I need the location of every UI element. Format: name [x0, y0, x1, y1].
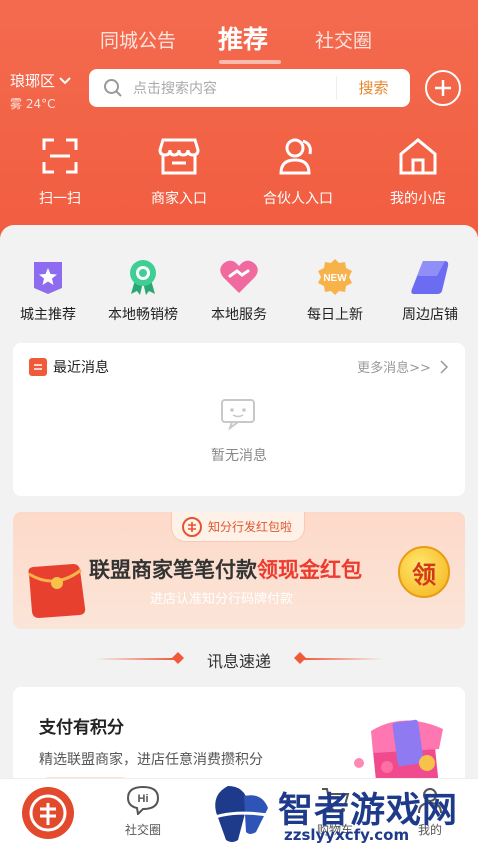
- weather-text: 雾 24°C: [10, 97, 56, 111]
- chevron-right-icon: [440, 360, 449, 374]
- svg-text:Hi: Hi: [138, 793, 149, 805]
- banner-headline-prefix: 联盟商家笔笔付款: [89, 558, 257, 582]
- category-nearby-shops[interactable]: 周边店铺: [384, 258, 476, 324]
- watermark-logo-icon: [203, 786, 275, 842]
- recent-messages-title: 最近消息: [53, 360, 109, 376]
- quick-store-label: 商家入口: [151, 191, 207, 207]
- tabbar-home[interactable]: [8, 785, 88, 841]
- site-watermark: 智者游戏网 zzslyyxcfy.com: [198, 780, 478, 850]
- tabbar-social-label: 社交圈: [124, 823, 161, 837]
- top-tabs: 同城公告 推荐 社交圈: [0, 18, 478, 64]
- home-icon: [399, 138, 437, 175]
- category-daily-new[interactable]: NEW 每日上新: [289, 258, 381, 324]
- award-icon: [130, 260, 156, 295]
- banner-chip-text: 知分行发红包啦: [208, 520, 293, 534]
- category-label: 本地服务: [211, 307, 267, 323]
- category-local-service[interactable]: 本地服务: [193, 258, 285, 324]
- header: 同城公告 推荐 社交圈 琅琊区 雾 24°C 点击搜索内容 搜索 扫一扫 商家入…: [0, 0, 478, 250]
- search-input[interactable]: 点击搜索内容: [133, 78, 336, 98]
- quick-my-shop-label: 我的小店: [390, 191, 446, 207]
- section-title: 讯息速递: [206, 652, 271, 671]
- tab-city-notice[interactable]: 同城公告: [100, 26, 176, 53]
- tag-icon: [411, 261, 449, 294]
- points-card-desc: 精选联盟商家，进店任意消费攒积分: [39, 752, 263, 768]
- quick-partner-label: 合伙人入口: [263, 191, 333, 207]
- store-icon: [158, 138, 200, 175]
- red-packet-banner[interactable]: 知分行发红包啦 联盟商家笔笔付款领现金红包 进店认准知分行码牌付款 领: [13, 512, 465, 629]
- banner-subtitle: 进店认准知分行码牌付款: [150, 592, 294, 607]
- plus-icon: [435, 80, 451, 96]
- home-logo-icon: [22, 787, 74, 839]
- chat-hi-icon: Hi: [126, 785, 160, 815]
- divider-right: [303, 658, 383, 660]
- claim-coin-button[interactable]: 领: [398, 546, 450, 598]
- banner-chip: 知分行发红包啦: [171, 512, 306, 542]
- scan-icon: [42, 138, 78, 174]
- category-label: 本地畅销榜: [108, 307, 178, 323]
- star-badge-icon: [34, 262, 62, 294]
- claim-coin-text: 领: [412, 560, 436, 589]
- points-card-title: 支付有积分: [39, 718, 124, 738]
- quick-my-shop[interactable]: 我的小店: [363, 136, 473, 208]
- empty-message-icon: [221, 399, 255, 430]
- watermark-url: zzslyyxcfy.com: [284, 826, 410, 844]
- quick-scan[interactable]: 扫一扫: [5, 136, 115, 208]
- new-badge-icon: NEW: [318, 259, 352, 295]
- red-envelope-icon: [28, 564, 86, 618]
- category-label: 城主推荐: [20, 307, 76, 323]
- search-bar[interactable]: 点击搜索内容 搜索: [89, 69, 410, 107]
- quick-scan-label: 扫一扫: [39, 191, 81, 207]
- more-messages-link[interactable]: 更多消息>>: [357, 357, 449, 376]
- tab-social[interactable]: 社交圈: [315, 26, 372, 53]
- bank-logo-icon: [182, 517, 202, 537]
- tabbar-social[interactable]: Hi 社交圈: [103, 785, 183, 838]
- active-tab-indicator: [219, 60, 281, 64]
- message-list-icon: [29, 358, 47, 376]
- chevron-down-icon: [59, 76, 71, 84]
- banner-headline-highlight: 领现金红包: [257, 558, 362, 582]
- location-selector[interactable]: 琅琊区 雾 24°C: [10, 70, 72, 112]
- location-name: 琅琊区: [10, 72, 56, 90]
- more-messages-label: 更多消息>>: [357, 361, 431, 376]
- heart-handshake-icon: [220, 260, 258, 293]
- category-city-pick[interactable]: 城主推荐: [2, 258, 94, 324]
- search-icon: [104, 79, 122, 97]
- category-label: 每日上新: [307, 307, 363, 323]
- new-badge-text: NEW: [323, 273, 347, 284]
- banner-headline: 联盟商家笔笔付款领现金红包: [89, 554, 362, 584]
- recent-messages-card: 最近消息 更多消息>> 暂无消息: [13, 343, 465, 496]
- tab-recommend[interactable]: 推荐: [218, 20, 268, 56]
- empty-message-text: 暂无消息: [211, 448, 267, 464]
- category-bestseller[interactable]: 本地畅销榜: [97, 258, 189, 324]
- add-button[interactable]: [425, 70, 461, 106]
- partner-icon: [279, 138, 312, 175]
- category-label: 周边店铺: [402, 307, 458, 323]
- quick-store-entry[interactable]: 商家入口: [124, 136, 234, 208]
- quick-partner-entry[interactable]: 合伙人入口: [243, 136, 353, 208]
- search-button[interactable]: 搜索: [336, 76, 410, 100]
